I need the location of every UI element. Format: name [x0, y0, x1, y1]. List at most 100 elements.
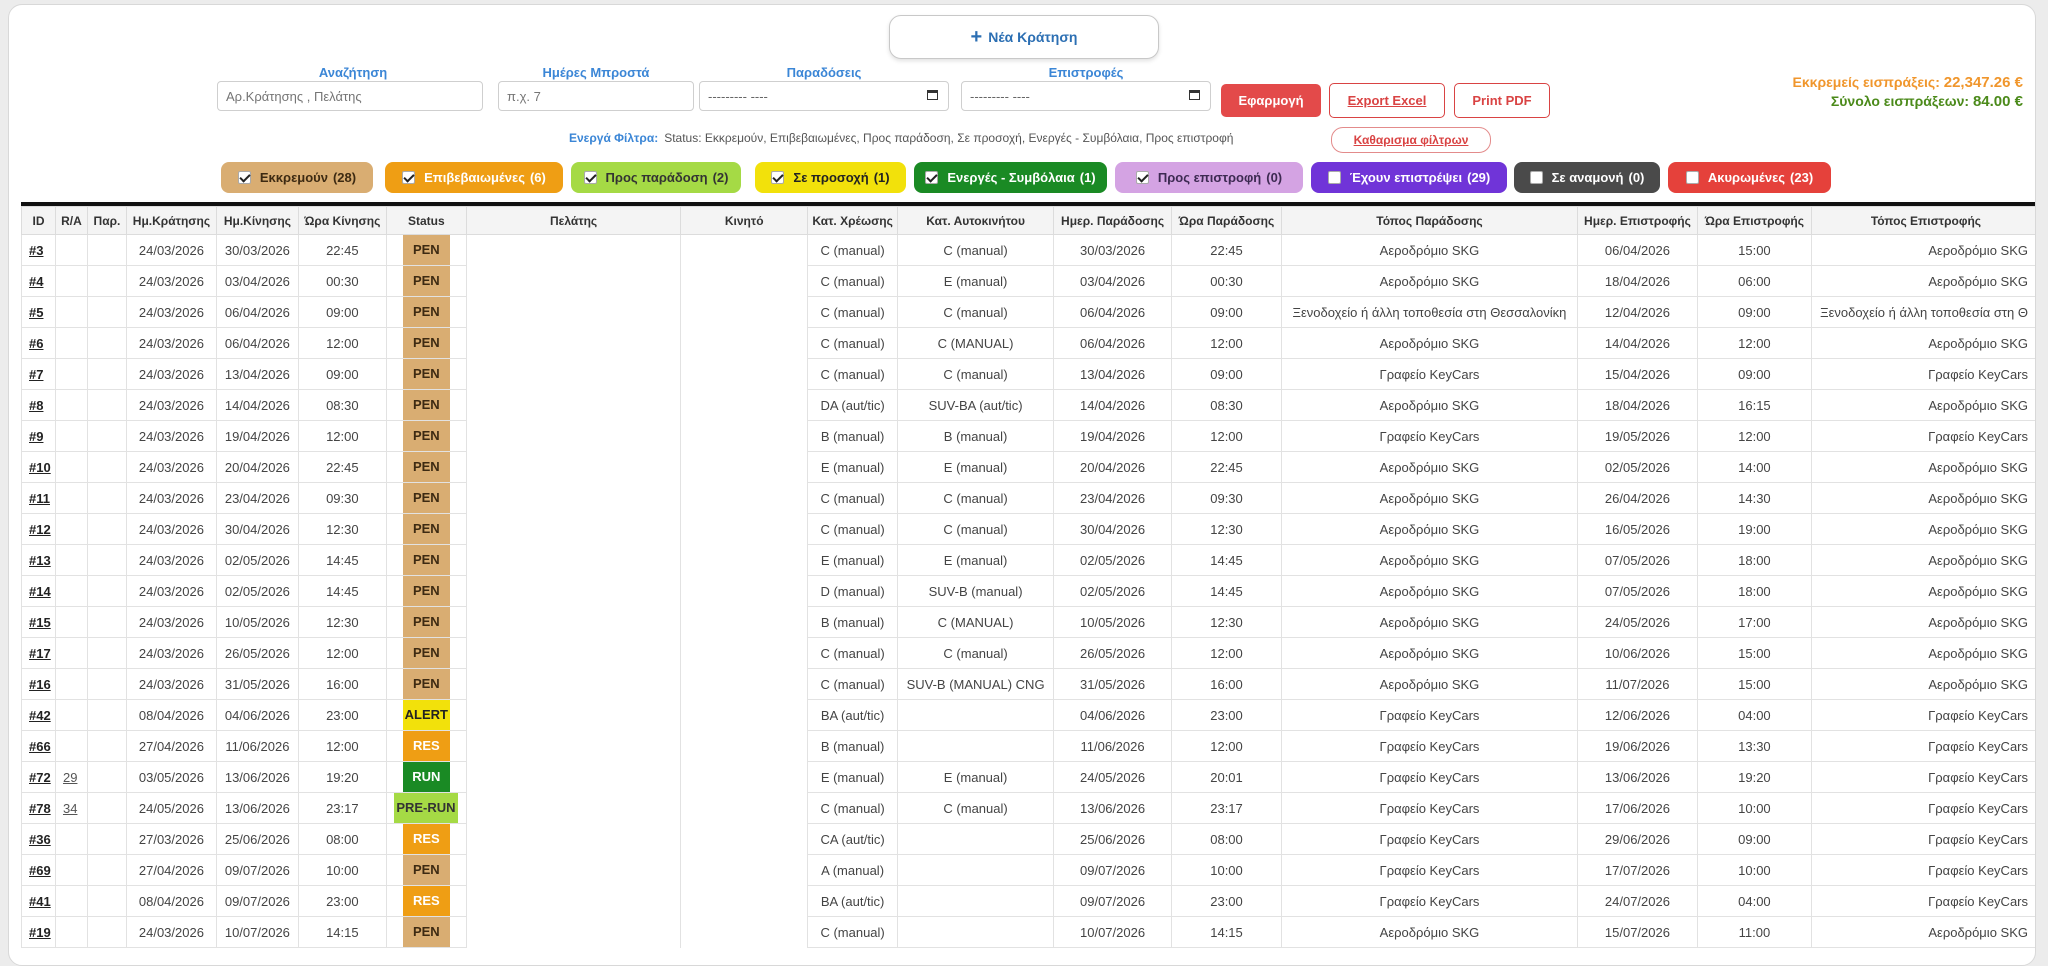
- booking-id-link[interactable]: #42: [29, 708, 51, 723]
- table-row[interactable]: #15 24/03/2026 10/05/2026 12:30 PEN B (manual…: [21, 606, 2035, 638]
- booking-id-link[interactable]: #15: [29, 615, 51, 630]
- column-header[interactable]: ID: [21, 206, 56, 235]
- chip-checkbox[interactable]: [237, 171, 251, 184]
- table-row[interactable]: #42 08/04/2026 04/06/2026 23:00 ALERT BA (aut…: [21, 699, 2035, 731]
- column-header[interactable]: Κατ. Αυτοκινήτου: [897, 206, 1055, 235]
- booking-id-link[interactable]: #19: [29, 925, 51, 940]
- table-row[interactable]: #5 24/03/2026 06/04/2026 09:00 PEN C (manual)…: [21, 296, 2035, 328]
- booking-id-link[interactable]: #69: [29, 863, 51, 878]
- booking-id-link[interactable]: #78: [29, 801, 51, 816]
- table-row[interactable]: #9 24/03/2026 19/04/2026 12:00 PEN B (manual)…: [21, 420, 2035, 452]
- booking-id-link[interactable]: #6: [29, 336, 43, 351]
- search-input[interactable]: [217, 81, 483, 111]
- column-header[interactable]: Ημερ. Επιστροφής: [1576, 206, 1698, 235]
- booking-id-cell: #41: [21, 885, 56, 917]
- status-filter-chip[interactable]: Ακυρωμένες (23): [1668, 162, 1831, 193]
- status-filter-chip[interactable]: Έχουν επιστρέψει (29): [1311, 162, 1507, 193]
- column-header[interactable]: Status: [385, 206, 467, 235]
- booking-id-link[interactable]: #12: [29, 522, 51, 537]
- booking-id-link[interactable]: #17: [29, 646, 51, 661]
- export-excel-button[interactable]: Export Excel: [1329, 83, 1445, 118]
- ra-link[interactable]: 34: [63, 801, 77, 816]
- calendar-icon[interactable]: [927, 90, 938, 100]
- chip-checkbox[interactable]: [925, 171, 939, 184]
- column-header[interactable]: Ώρα Επιστροφής: [1696, 206, 1812, 235]
- column-header[interactable]: Ημ.Κίνησης: [215, 206, 299, 235]
- returns-date-input[interactable]: --------- ----: [961, 81, 1211, 111]
- column-header[interactable]: Κινητό: [680, 206, 809, 235]
- booking-id-link[interactable]: #66: [29, 739, 51, 754]
- table-row[interactable]: #72 29 03/05/2026 13/06/2026 19:20 RUN E (manu…: [21, 761, 2035, 793]
- booking-id-link[interactable]: #8: [29, 398, 43, 413]
- clear-filters-button[interactable]: Καθαρισμα φίλτρων: [1331, 127, 1491, 153]
- table-row[interactable]: #14 24/03/2026 02/05/2026 14:45 PEN D (manual…: [21, 575, 2035, 607]
- table-row[interactable]: #69 27/04/2026 09/07/2026 10:00 PEN A (manual…: [21, 854, 2035, 886]
- table-row[interactable]: #10 24/03/2026 20/04/2026 22:45 PEN E (manual…: [21, 451, 2035, 483]
- chip-checkbox[interactable]: [1529, 171, 1543, 184]
- column-header[interactable]: Ημ.Κράτησης: [125, 206, 217, 235]
- column-header[interactable]: Τόπος Επιστροφής: [1810, 206, 2035, 235]
- calendar-icon[interactable]: [1189, 90, 1200, 100]
- column-header[interactable]: Πελάτης: [465, 206, 682, 235]
- chip-checkbox[interactable]: [1327, 171, 1341, 184]
- table-row[interactable]: #3 24/03/2026 30/03/2026 22:45 PEN C (manual)…: [21, 234, 2035, 266]
- column-header[interactable]: Ώρα Κίνησης: [297, 206, 387, 235]
- chip-checkbox[interactable]: [1135, 171, 1149, 184]
- new-booking-button[interactable]: + Νέα Κράτηση: [889, 15, 1159, 59]
- status-filter-chip[interactable]: Σε προσοχή (1): [755, 162, 906, 193]
- booking-id-link[interactable]: #41: [29, 894, 51, 909]
- booking-id-link[interactable]: #10: [29, 460, 51, 475]
- customer-cell: [465, 575, 682, 607]
- booking-id-link[interactable]: #72: [29, 770, 51, 785]
- booking-id-link[interactable]: #9: [29, 429, 43, 444]
- booking-id-cell: #12: [21, 513, 56, 545]
- column-header[interactable]: Ημερ. Παράδοσης: [1053, 206, 1173, 235]
- table-row[interactable]: #16 24/03/2026 31/05/2026 16:00 PEN C (manual…: [21, 668, 2035, 700]
- chip-checkbox[interactable]: [771, 171, 785, 184]
- chip-checkbox[interactable]: [583, 171, 597, 184]
- booking-id-link[interactable]: #36: [29, 832, 51, 847]
- table-row[interactable]: #13 24/03/2026 02/05/2026 14:45 PEN E (manual…: [21, 544, 2035, 576]
- table-row[interactable]: #17 24/03/2026 26/05/2026 12:00 PEN C (manual…: [21, 637, 2035, 669]
- status-filter-chip[interactable]: Προς επιστροφή (0): [1115, 162, 1303, 193]
- chip-checkbox[interactable]: [1685, 171, 1699, 184]
- table-row[interactable]: #41 08/04/2026 09/07/2026 23:00 RES BA (aut/t…: [21, 885, 2035, 917]
- table-row[interactable]: #8 24/03/2026 14/04/2026 08:30 PEN DA (aut/ti…: [21, 389, 2035, 421]
- table-row[interactable]: #4 24/03/2026 03/04/2026 00:30 PEN C (manual)…: [21, 265, 2035, 297]
- bookings-table-wrap: ID R/A Παρ. Ημ.Κράτησης Ημ.Κίνησης Ώρα Κίνηση…: [21, 202, 2035, 965]
- chip-checkbox[interactable]: [402, 171, 416, 184]
- column-header[interactable]: Παρ.: [86, 206, 127, 235]
- mobile-cell: [680, 761, 809, 793]
- deliveries-date-input[interactable]: --------- ----: [699, 81, 949, 111]
- booking-id-link[interactable]: #4: [29, 274, 43, 289]
- return-time-cell: 09:00: [1696, 296, 1812, 328]
- status-filter-chip[interactable]: Εκκρεμούν (28): [221, 162, 373, 193]
- status-filter-chip[interactable]: Προς παράδοση (2): [571, 162, 741, 193]
- booking-id-link[interactable]: #7: [29, 367, 43, 382]
- booking-date-cell: 24/03/2026: [125, 265, 217, 297]
- booking-id-link[interactable]: #11: [29, 491, 50, 506]
- status-filter-chip[interactable]: Επιβεβαιωμένες (6): [385, 162, 563, 193]
- print-pdf-button[interactable]: Print PDF: [1454, 83, 1550, 118]
- table-row[interactable]: #66 27/04/2026 11/06/2026 12:00 RES B (manual…: [21, 730, 2035, 762]
- table-row[interactable]: #7 24/03/2026 13/04/2026 09:00 PEN C (manual)…: [21, 358, 2035, 390]
- table-row[interactable]: #6 24/03/2026 06/04/2026 12:00 PEN C (manual)…: [21, 327, 2035, 359]
- status-filter-chip[interactable]: Σε αναμονή (0): [1514, 162, 1660, 193]
- booking-id-link[interactable]: #3: [29, 243, 43, 258]
- ra-link[interactable]: 29: [63, 770, 77, 785]
- booking-id-link[interactable]: #13: [29, 553, 51, 568]
- column-header[interactable]: Κατ. Χρέωσης: [807, 206, 899, 235]
- booking-id-link[interactable]: #16: [29, 677, 51, 692]
- table-row[interactable]: #11 24/03/2026 23/04/2026 09:30 PEN C (manual…: [21, 482, 2035, 514]
- status-filter-chip[interactable]: Ενεργές - Συμβόλαια (1): [914, 162, 1107, 193]
- table-row[interactable]: #36 27/03/2026 25/06/2026 08:00 RES CA (aut/t…: [21, 823, 2035, 855]
- apply-button[interactable]: Εφαρμογή: [1221, 84, 1321, 117]
- days-ahead-input[interactable]: [498, 81, 694, 111]
- table-row[interactable]: #12 24/03/2026 30/04/2026 12:30 PEN C (manual…: [21, 513, 2035, 545]
- booking-id-link[interactable]: #5: [29, 305, 43, 320]
- table-row[interactable]: #78 34 24/05/2026 13/06/2026 23:17 PRE-RUN C (…: [21, 792, 2035, 824]
- booking-id-link[interactable]: #14: [29, 584, 51, 599]
- column-header[interactable]: Ώρα Παράδοσης: [1171, 206, 1282, 235]
- column-header[interactable]: Τόπος Παράδοσης: [1281, 206, 1578, 235]
- column-header[interactable]: R/A: [54, 206, 88, 235]
